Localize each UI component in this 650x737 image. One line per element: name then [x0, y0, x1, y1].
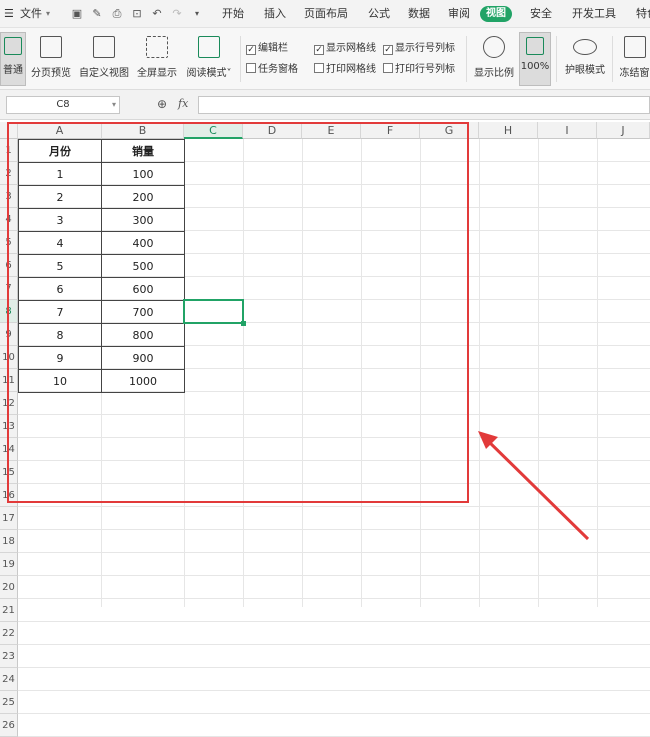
tab-home[interactable]: 开始 — [222, 0, 244, 28]
print-icon[interactable]: ⎙ — [110, 7, 124, 21]
formula-input[interactable] — [198, 96, 650, 114]
print-gridlines-checkbox[interactable]: 打印网格线 — [314, 60, 376, 75]
gridline — [18, 667, 650, 668]
page-break-preview-button[interactable]: 分页预览 — [30, 32, 72, 86]
custom-view-icon — [93, 36, 115, 58]
redo-icon[interactable]: ↷ — [170, 7, 184, 21]
freeze-panes-button[interactable]: 冻结窗 — [619, 32, 650, 86]
undo-icon[interactable]: ↶ — [150, 7, 164, 21]
zoom-search-icon[interactable]: ⊕ — [157, 97, 167, 111]
row-header[interactable]: 21 — [0, 599, 18, 622]
chevron-down-icon[interactable]: ▾ — [112, 97, 116, 113]
reading-mode-icon — [198, 36, 220, 58]
column-header-h[interactable]: H — [479, 122, 538, 139]
tab-formulas[interactable]: 公式 — [368, 0, 390, 28]
tab-data[interactable]: 数据 — [408, 0, 430, 28]
row-header[interactable]: 19 — [0, 553, 18, 576]
ribbon-divider — [466, 36, 467, 82]
gridline — [18, 690, 650, 691]
save-icon[interactable]: ▣ — [70, 7, 84, 21]
print-preview-icon[interactable]: ⊡ — [130, 7, 144, 21]
row-header[interactable]: 25 — [0, 691, 18, 714]
column-header-i[interactable]: I — [538, 122, 597, 139]
format-painter-icon[interactable]: ✎ — [90, 7, 104, 21]
row-header[interactable]: 26 — [0, 714, 18, 737]
name-box[interactable]: C8 ▾ — [6, 96, 120, 114]
menu-bar: ☰ 文件 ▾ ▣ ✎ ⎙ ⊡ ↶ ↷ ▾ 开始 插入 页面布局 公式 数据 审阅… — [0, 0, 650, 28]
zoom-100-button[interactable]: 100% — [519, 32, 551, 86]
reading-mode-button[interactable]: 阅读模式˅ — [184, 32, 234, 86]
formula-bar: C8 ▾ ⊕ fx — [0, 90, 650, 120]
column-header-j[interactable]: J — [597, 122, 650, 139]
page-break-label: 分页预览 — [31, 68, 71, 79]
zoom-button[interactable]: 显示比例 — [472, 32, 516, 86]
row-header[interactable]: 23 — [0, 645, 18, 668]
red-arrow-annotation — [478, 431, 590, 541]
full-screen-icon — [146, 36, 168, 58]
more-icon[interactable]: ▾ — [190, 7, 204, 21]
tab-view[interactable]: 视图 — [480, 6, 512, 22]
tab-review[interactable]: 审阅 — [448, 0, 470, 28]
chevron-down-icon[interactable]: ▾ — [46, 0, 50, 28]
zoom-100-icon — [526, 37, 544, 55]
gridline — [18, 552, 650, 553]
eye-protection-label: 护眼模式 — [565, 65, 605, 76]
normal-view-button[interactable]: 普通 — [0, 32, 26, 86]
highlight-rectangle — [7, 122, 469, 503]
tab-insert[interactable]: 插入 — [264, 0, 286, 28]
eye-icon — [573, 39, 597, 55]
zoom-100-label: 100% — [520, 61, 550, 72]
menu-icon[interactable]: ☰ — [4, 0, 14, 28]
file-menu[interactable]: 文件 — [20, 0, 42, 28]
gridline — [18, 598, 650, 599]
normal-view-label: 普通 — [3, 65, 23, 76]
zoom-icon — [483, 36, 505, 58]
custom-view-label: 自定义视图 — [79, 68, 129, 79]
row-header[interactable]: 18 — [0, 530, 18, 553]
ribbon-divider — [240, 36, 241, 82]
page-break-icon — [40, 36, 62, 58]
fx-icon[interactable]: fx — [178, 97, 188, 110]
tab-page-layout[interactable]: 页面布局 — [304, 0, 348, 28]
row-header[interactable]: 22 — [0, 622, 18, 645]
zoom-label: 显示比例 — [474, 68, 514, 79]
full-screen-label: 全屏显示 — [137, 68, 177, 79]
custom-view-button[interactable]: 自定义视图 — [78, 32, 130, 86]
tab-developer[interactable]: 开发工具 — [572, 0, 616, 28]
print-headings-checkbox[interactable]: 打印行号列标 — [383, 60, 455, 75]
gridline — [18, 575, 650, 576]
row-header[interactable]: 24 — [0, 668, 18, 691]
full-screen-button[interactable]: 全屏显示 — [136, 32, 178, 86]
gridline — [18, 621, 650, 622]
row-header[interactable]: 17 — [0, 507, 18, 530]
eye-protection-button[interactable]: 护眼模式 — [563, 32, 607, 86]
tab-security[interactable]: 安全 — [530, 0, 552, 28]
tab-features[interactable]: 特色 — [636, 0, 650, 28]
show-headings-checkbox[interactable]: ✓ 显示行号列标 — [383, 39, 455, 55]
reading-mode-label: 阅读模式˅ — [186, 68, 232, 79]
ribbon-divider — [556, 36, 557, 82]
show-gridlines-checkbox[interactable]: ✓ 显示网格线 — [314, 39, 376, 55]
formula-bar-checkbox[interactable]: ✓ 编辑栏 — [246, 39, 288, 55]
normal-view-icon — [4, 37, 22, 55]
ribbon: 普通 分页预览 自定义视图 全屏显示 阅读模式˅ ✓ 编辑栏 任务窗格 ✓ 显示网格… — [0, 28, 650, 90]
gridline — [18, 713, 650, 714]
freeze-panes-icon — [623, 36, 646, 58]
gridline — [18, 644, 650, 645]
freeze-panes-label: 冻结窗 — [619, 68, 650, 79]
task-pane-checkbox[interactable]: 任务窗格 — [246, 60, 298, 75]
row-header[interactable]: 20 — [0, 576, 18, 599]
ribbon-divider — [612, 36, 613, 82]
